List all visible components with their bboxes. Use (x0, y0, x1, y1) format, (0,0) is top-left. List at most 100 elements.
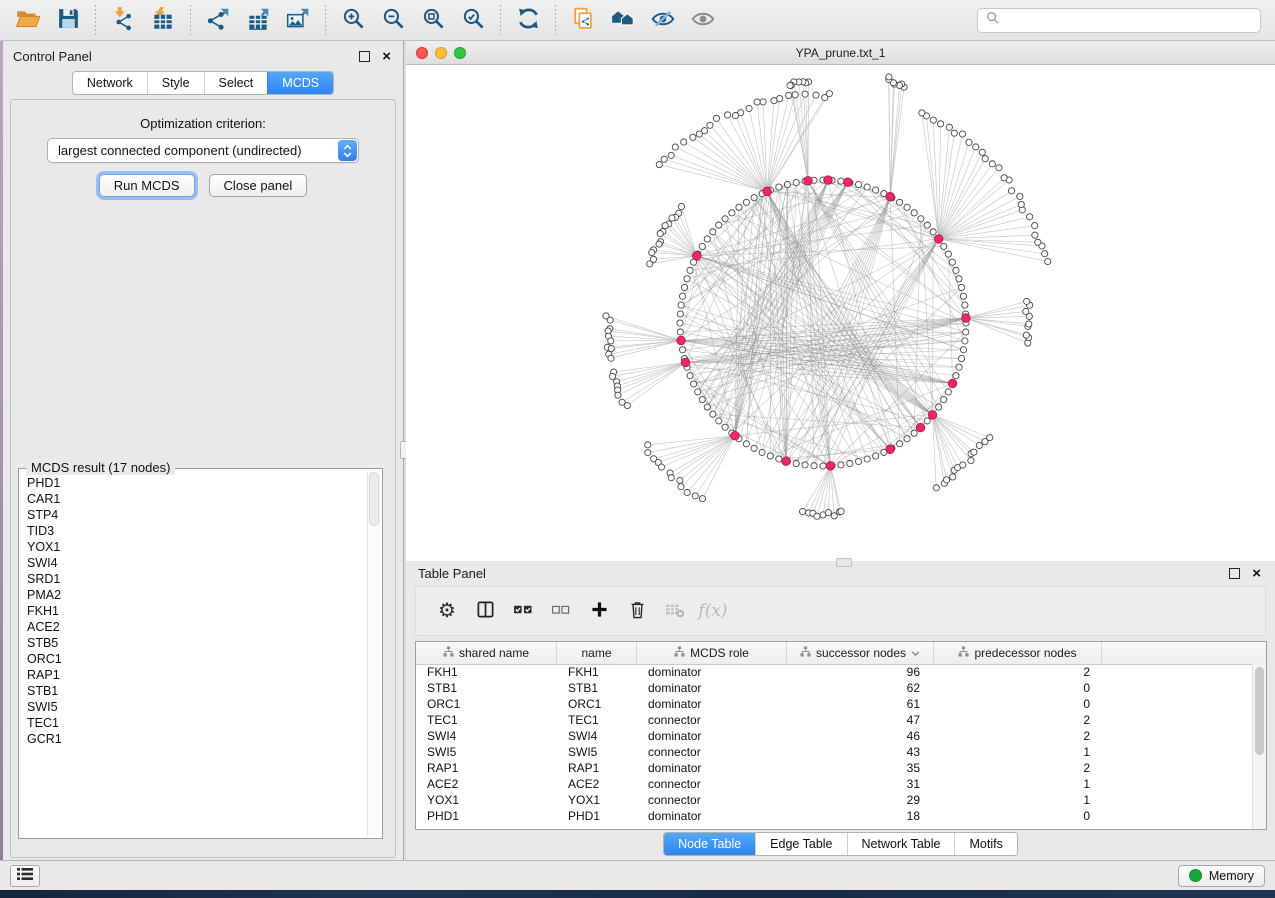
mcds-result-item[interactable]: CAR1 (27, 491, 366, 507)
mcds-result-item[interactable]: PHD1 (27, 475, 366, 491)
hide-selected-icon (650, 6, 676, 35)
mcds-result-item[interactable]: SWI4 (27, 555, 366, 571)
zoom-selected-button[interactable] (453, 3, 493, 37)
run-mcds-button[interactable]: Run MCDS (99, 174, 195, 197)
delete-column-icon (629, 600, 646, 622)
export-image-button[interactable] (278, 3, 318, 37)
refresh-view-button[interactable] (508, 3, 548, 37)
table-tab-edge-table[interactable]: Edge Table (755, 833, 846, 855)
control-panel-float-button[interactable] (357, 49, 372, 64)
mcds-result-item[interactable]: GCR1 (27, 731, 366, 747)
column-header-successor-nodes[interactable]: successor nodes (787, 642, 934, 664)
toolbar-separator (325, 5, 326, 35)
network-window-title: YPA_prune.txt_1 (406, 46, 1275, 60)
search-box[interactable] (977, 8, 1261, 33)
table-row[interactable]: SWI4SWI4dominator462 (416, 728, 1253, 744)
network-canvas[interactable] (406, 65, 1275, 561)
table-tab-node-table[interactable]: Node Table (664, 833, 755, 855)
select-all-icon (513, 601, 534, 621)
mcds-list-scrollbar[interactable] (367, 471, 380, 836)
panel-menu-button[interactable] (10, 865, 40, 887)
scrollbar-thumb[interactable] (369, 472, 379, 526)
mcds-result-item[interactable]: YOX1 (27, 539, 366, 555)
first-neighbors-button[interactable] (603, 3, 643, 37)
mcds-result-item[interactable]: ORC1 (27, 651, 366, 667)
tab-style[interactable]: Style (147, 72, 204, 94)
show-all-button[interactable] (683, 3, 723, 37)
add-column-button[interactable] (580, 593, 618, 629)
column-header-predecessor-nodes[interactable]: predecessor nodes (934, 642, 1102, 664)
window-minimize-button[interactable] (435, 47, 447, 59)
network-graph-svg[interactable] (406, 65, 1275, 561)
column-header-name[interactable]: name (557, 642, 637, 664)
mcds-result-item[interactable]: TID3 (27, 523, 366, 539)
settings-button[interactable]: ⚙ (428, 593, 466, 629)
table-row[interactable]: ORC1ORC1dominator610 (416, 696, 1253, 712)
table-tab-network-table[interactable]: Network Table (847, 833, 955, 855)
table-tab-motifs[interactable]: Motifs (954, 833, 1016, 855)
window-zoom-button[interactable] (454, 47, 466, 59)
table-row[interactable]: YOX1YOX1connector291 (416, 792, 1253, 808)
function-builder-icon: f(x) (698, 601, 727, 621)
table-row[interactable]: ACE2ACE2connector311 (416, 776, 1253, 792)
list-icon (17, 867, 33, 884)
table-row[interactable]: RAP1RAP1dominator352 (416, 760, 1253, 776)
delete-column-button[interactable] (618, 593, 656, 629)
import-table-button[interactable] (143, 3, 183, 37)
table-panel-float-button[interactable] (1227, 566, 1242, 581)
column-type-icon (958, 646, 969, 660)
export-table-button[interactable] (238, 3, 278, 37)
mcds-result-item[interactable]: FKH1 (27, 603, 366, 619)
deselect-all-button[interactable] (542, 593, 580, 629)
tab-network[interactable]: Network (73, 72, 147, 94)
search-input[interactable] (1005, 12, 1252, 29)
table-row[interactable]: STB1STB1dominator620 (416, 680, 1253, 696)
duplicate-network-button[interactable] (563, 3, 603, 37)
search-icon (986, 11, 999, 29)
table-row[interactable]: SWI5SWI5connector431 (416, 744, 1253, 760)
table-toolbar: ⚙ f(x) (415, 586, 1266, 636)
refresh-view-icon (516, 6, 541, 34)
hide-selected-button[interactable] (643, 3, 683, 37)
mcds-result-item[interactable]: STB1 (27, 683, 366, 699)
memory-button[interactable]: Memory (1178, 865, 1265, 887)
mcds-result-list[interactable]: PHD1CAR1STP4TID3YOX1SWI4SRD1PMA2FKH1ACE2… (21, 472, 366, 836)
mcds-result-item[interactable]: ACE2 (27, 619, 366, 635)
mcds-result-item[interactable]: STP4 (27, 507, 366, 523)
mcds-result-item[interactable]: SRD1 (27, 571, 366, 587)
open-file-button[interactable] (8, 3, 48, 37)
table-row[interactable]: TEC1TEC1connector472 (416, 712, 1253, 728)
zoom-in-button[interactable] (333, 3, 373, 37)
save-session-button[interactable] (48, 3, 88, 37)
control-panel-close-button[interactable]: × (380, 47, 393, 66)
table-panel-close-button[interactable]: × (1250, 564, 1263, 583)
import-network-button[interactable] (103, 3, 143, 37)
toolbar-separator (555, 5, 556, 35)
mcds-result-item[interactable]: SWI5 (27, 699, 366, 715)
export-network-button[interactable] (198, 3, 238, 37)
table-row[interactable]: FKH1FKH1dominator962 (416, 664, 1253, 680)
settings-icon: ⚙ (438, 601, 456, 621)
node-table: shared namenameMCDS rolesuccessor nodesp… (415, 641, 1267, 830)
horizontal-splitter[interactable] (836, 558, 852, 567)
optimization-criterion-select[interactable]: largest connected component (undirected) (47, 138, 359, 163)
table-row[interactable]: PHD1PHD1dominator180 (416, 808, 1253, 824)
delete-table-button (656, 593, 694, 629)
tab-mcds[interactable]: MCDS (267, 72, 333, 94)
table-scrollbar[interactable] (1252, 664, 1266, 829)
show-columns-button[interactable] (466, 593, 504, 629)
scrollbar-thumb[interactable] (1255, 667, 1264, 755)
mcds-result-item[interactable]: STB5 (27, 635, 366, 651)
mcds-result-item[interactable]: RAP1 (27, 667, 366, 683)
tab-select[interactable]: Select (204, 72, 268, 94)
select-all-button[interactable] (504, 593, 542, 629)
export-image-icon (285, 6, 311, 35)
zoom-out-button[interactable] (373, 3, 413, 37)
close-panel-button[interactable]: Close panel (209, 174, 308, 197)
window-close-button[interactable] (416, 47, 428, 59)
zoom-fit-button[interactable] (413, 3, 453, 37)
column-header-shared-name[interactable]: shared name (416, 642, 557, 664)
column-header-MCDS-role[interactable]: MCDS role (637, 642, 787, 664)
mcds-result-item[interactable]: PMA2 (27, 587, 366, 603)
mcds-result-item[interactable]: TEC1 (27, 715, 366, 731)
